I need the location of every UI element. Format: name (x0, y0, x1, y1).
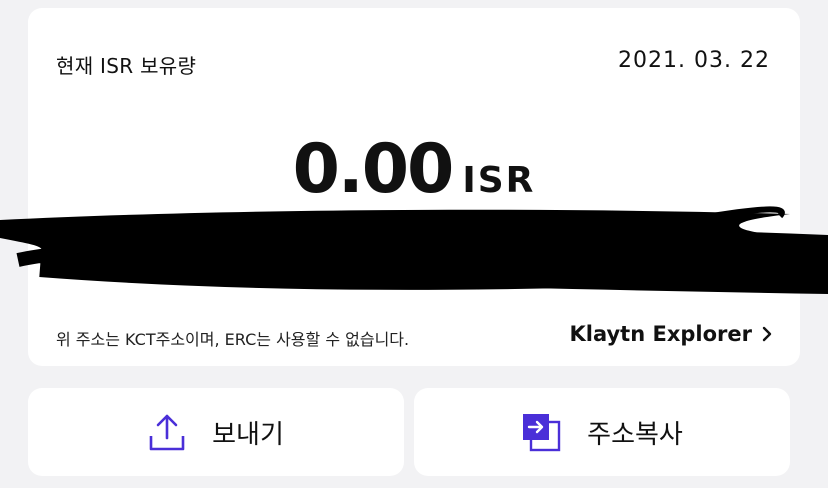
upload-icon (148, 412, 186, 452)
card-title: 현재 ISR 보유량 (56, 54, 197, 78)
balance-unit: ISR (462, 160, 536, 201)
explorer-link-label: Klaytn Explorer (569, 322, 753, 346)
send-button-label: 보내기 (212, 419, 284, 450)
address-notice: 위 주소는 KCT주소이며, ERC는 사용할 수 없습니다. (56, 330, 410, 349)
copy-address-button-label: 주소복사 (587, 419, 683, 450)
copy-address-button[interactable]: 주소복사 (414, 388, 790, 476)
klaytn-explorer-link[interactable]: Klaytn Explorer (570, 322, 773, 346)
redaction-scribble (0, 206, 828, 294)
balance-date: 2021. 03. 22 (618, 48, 770, 73)
send-button[interactable]: 보내기 (28, 388, 404, 476)
chevron-right-icon (762, 326, 772, 342)
balance-card: 현재 ISR 보유량 2021. 03. 22 0.00 ISR 위 주소는 KC… (28, 8, 800, 366)
copy-icon (521, 412, 561, 452)
